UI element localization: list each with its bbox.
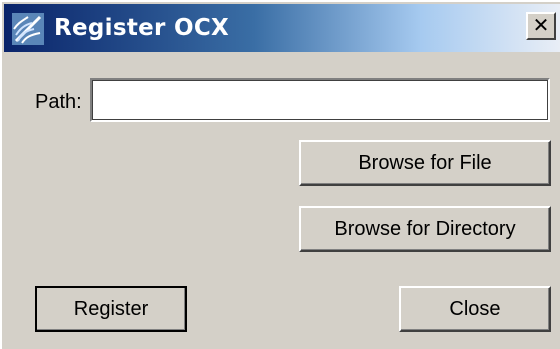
close-button[interactable]: Close [399,286,551,332]
close-icon: ✕ [532,13,550,37]
title-bar[interactable]: Register OCX ✕ [4,4,560,52]
app-icon [12,13,44,45]
browse-for-file-button[interactable]: Browse for File [299,140,551,186]
window-title: Register OCX [54,15,230,41]
register-ocx-window: Register OCX ✕ Path: Browse for File Bro… [0,0,560,349]
path-input[interactable] [90,78,550,122]
title-close-button[interactable]: ✕ [526,12,556,40]
browse-for-directory-button[interactable]: Browse for Directory [299,206,551,252]
register-button[interactable]: Register [35,286,187,332]
path-label: Path: [35,91,82,113]
